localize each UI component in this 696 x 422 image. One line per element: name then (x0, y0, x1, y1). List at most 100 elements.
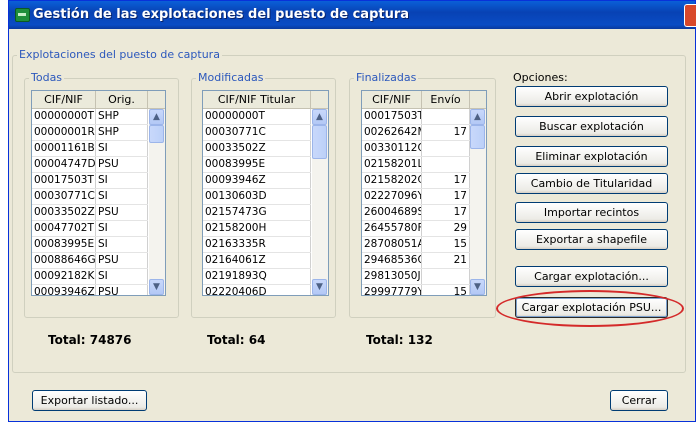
table-cell: 17 (422, 189, 470, 204)
table-cell: 00130603D (203, 189, 311, 204)
table-cell: 00092182K (34, 269, 96, 284)
table-row[interactable]: 02191893Q (203, 269, 311, 285)
table-row[interactable]: 00004747D PSU (32, 157, 148, 173)
abrir-explotacion-button[interactable]: Abrir explotación (515, 86, 668, 107)
cerrar-button[interactable]: Cerrar (610, 390, 668, 411)
table-row[interactable]: 00017503T (362, 109, 470, 125)
table-cell: 02158202C (364, 173, 422, 188)
finalizadas-list-header: CIF/NIF Envío (362, 91, 486, 109)
finalizadas-group-label: Finalizadas (354, 71, 419, 84)
column-header-cif-titular[interactable]: CIF/NIF Titular (203, 91, 311, 108)
scroll-thumb[interactable] (149, 125, 164, 143)
table-cell: 00047702T (32, 221, 96, 236)
table-cell: 02227096Y (364, 189, 422, 204)
finalizadas-scrollbar[interactable]: ▲ ▼ (470, 109, 486, 295)
table-row[interactable]: 28708051A 15 (362, 237, 470, 253)
opciones-label: Opciones: (513, 71, 568, 84)
table-cell: 02163335R (203, 237, 311, 252)
table-row[interactable]: 26004689S 17 (362, 205, 470, 221)
table-row[interactable]: 00083995E SI (32, 237, 148, 253)
table-cell: 00000000T (203, 109, 311, 124)
todas-list[interactable]: CIF/NIF Orig. 00000000T SHP 00000001R SHP 00… (31, 90, 166, 296)
column-header-cif[interactable]: CIF/NIF (362, 91, 422, 108)
table-row[interactable]: 00093946Z PSU (32, 285, 148, 295)
scroll-down-icon[interactable]: ▼ (149, 279, 164, 295)
scroll-down-icon[interactable]: ▼ (312, 279, 327, 295)
table-row[interactable]: 00330112Q (362, 141, 470, 157)
table-row[interactable]: 29468536Q 21 (362, 253, 470, 269)
title-bar[interactable]: Gestión de las explotaciones del puesto … (9, 1, 696, 29)
table-row[interactable]: 02158200H (203, 221, 311, 237)
eliminar-explotacion-button[interactable]: Eliminar explotación (515, 146, 668, 167)
importar-recintos-button[interactable]: Importar recintos (515, 202, 668, 223)
table-row[interactable]: 00000001R SHP (32, 125, 148, 141)
modificadas-group-label: Modificadas (196, 71, 266, 84)
todas-total: Total: 74876 (48, 333, 132, 347)
scroll-up-icon[interactable]: ▲ (312, 109, 327, 125)
table-row[interactable]: 02220406D (203, 285, 311, 295)
table-row[interactable]: 00088646G PSU (32, 253, 148, 269)
table-row[interactable]: 02157473G (203, 205, 311, 221)
table-row[interactable]: 00092182K SI (32, 269, 148, 285)
table-row[interactable]: 00000000T SHP (32, 109, 148, 125)
table-cell: 02157473G (203, 205, 311, 220)
table-row[interactable]: 00001161B SI (32, 141, 148, 157)
table-row[interactable]: 00093946Z (203, 173, 311, 189)
table-cell: SI (96, 173, 148, 188)
finalizadas-list[interactable]: CIF/NIF Envío 00017503T 00262642M 17 003301… (361, 90, 487, 296)
table-row[interactable]: 29813050J (362, 269, 470, 285)
scroll-down-icon[interactable]: ▼ (470, 279, 485, 295)
cambio-titularidad-button[interactable]: Cambio de Titularidad (515, 173, 668, 194)
table-cell: 00088646G (34, 253, 96, 268)
table-cell: 00000001R (34, 125, 96, 140)
modificadas-scrollbar[interactable]: ▲ ▼ (312, 109, 328, 295)
table-cell: 02191893Q (203, 269, 311, 284)
table-cell: 17 (422, 205, 470, 220)
column-header-envio[interactable]: Envío (422, 91, 470, 108)
buscar-explotacion-button[interactable]: Buscar explotación (515, 116, 668, 137)
exportar-shapefile-button[interactable]: Exportar a shapefile (515, 229, 668, 250)
scroll-thumb[interactable] (312, 125, 327, 159)
finalizadas-total: Total: 132 (366, 333, 433, 347)
table-row[interactable]: 02158202C 17 (362, 173, 470, 189)
exportar-listado-button[interactable]: Exportar listado... (32, 390, 147, 411)
table-row[interactable]: 00000000T (203, 109, 311, 125)
close-window-button[interactable] (684, 4, 696, 27)
todas-list-body: 00000000T SHP 00000001R SHP 00001161B SI 00004… (32, 109, 148, 295)
table-cell: 29 (422, 221, 470, 236)
table-row[interactable]: 29997779Y 15 (362, 285, 470, 295)
column-header-orig[interactable]: Orig. (96, 91, 148, 108)
scroll-up-icon[interactable]: ▲ (149, 109, 164, 125)
table-row[interactable]: 00047702T SI (32, 221, 148, 237)
table-row[interactable]: 26455780F 29 (362, 221, 470, 237)
table-cell (422, 157, 470, 172)
table-row[interactable]: 00130603D (203, 189, 311, 205)
scroll-thumb[interactable] (470, 125, 485, 149)
table-row[interactable]: 00017503T SI (32, 173, 148, 189)
table-row[interactable]: 02158201L (362, 157, 470, 173)
cargar-explotacion-button[interactable]: Cargar explotación... (515, 266, 668, 287)
table-row[interactable]: 00030771C (203, 125, 311, 141)
highlight-ellipse (496, 290, 684, 327)
table-cell: 00000000T (32, 109, 96, 124)
table-row[interactable]: 02163335R (203, 237, 311, 253)
table-row[interactable]: 00033502Z (203, 141, 311, 157)
todas-scrollbar[interactable]: ▲ ▼ (149, 109, 165, 295)
table-cell: 00083995E (203, 157, 311, 172)
modificadas-list[interactable]: CIF/NIF Titular 00000000T 00030771C 000335… (202, 90, 329, 296)
table-cell: SHP (96, 125, 148, 140)
table-row[interactable]: 00030771C SI (32, 189, 148, 205)
table-row[interactable]: 02227096Y 17 (362, 189, 470, 205)
todas-list-header: CIF/NIF Orig. (32, 91, 165, 109)
table-row[interactable]: 00262642M 17 (362, 125, 470, 141)
table-cell: PSU (96, 285, 148, 295)
table-row[interactable]: 02164061Z (203, 253, 311, 269)
table-cell: SI (96, 237, 148, 252)
table-row[interactable]: 00083995E (203, 157, 311, 173)
table-cell: PSU (96, 157, 148, 172)
table-cell: 02220406D (203, 285, 311, 295)
table-row[interactable]: 00033502Z PSU (32, 205, 148, 221)
column-header-cif[interactable]: CIF/NIF (32, 91, 96, 108)
scroll-up-icon[interactable]: ▲ (470, 109, 485, 125)
table-cell: PSU (96, 205, 148, 220)
